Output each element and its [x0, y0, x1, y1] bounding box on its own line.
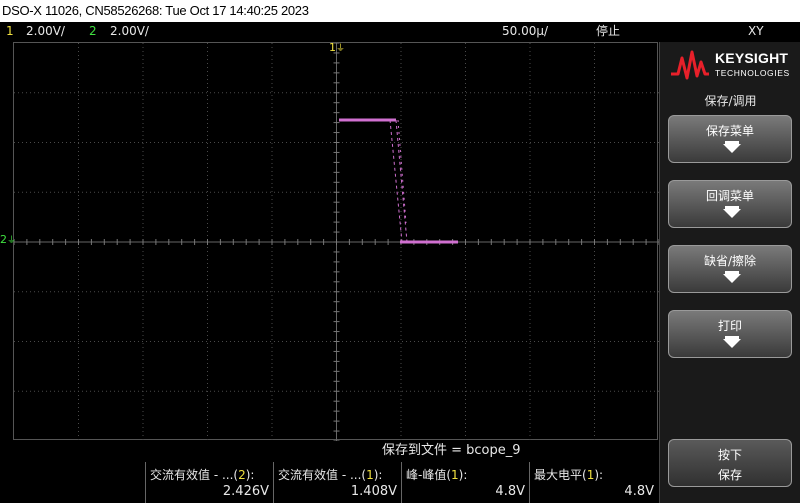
measurement-label: 最大电平(1):: [534, 468, 604, 482]
trace-segment: [389, 119, 403, 243]
trace-segment: [397, 119, 407, 224]
measurement-value: 4.8V: [624, 484, 654, 499]
waveform-graticule: [14, 43, 659, 441]
softkey-label: 缺省/擦除: [703, 254, 757, 268]
brand-name: KEYSIGHT: [715, 50, 789, 66]
measurement-value: 1.408V: [350, 484, 397, 499]
measurement-bar: 交流有效值 - ...(2): 2.426V 交流有效值 - ...(1): 1…: [0, 462, 658, 503]
ch2-ground-marker[interactable]: 2⏚: [0, 234, 16, 247]
keysight-logo: KEYSIGHT TECHNOLOGIES: [668, 46, 794, 86]
menu-title: 保存/调用: [704, 94, 757, 108]
ch2-scale[interactable]: 2.00V/: [110, 22, 149, 40]
recall-menu-button[interactable]: 回调菜单: [668, 180, 792, 228]
ch1-number[interactable]: 1: [6, 22, 14, 40]
softkey-label: 回调菜单: [705, 189, 754, 203]
measurement-value: 4.8V: [495, 484, 525, 499]
keysight-wave-icon: [671, 50, 709, 80]
save-status: 保存到文件 = bcope_9: [13, 441, 658, 461]
status-bar: 1 2.00V/ 2 2.00V/ 50.00µ/ 停止 XY: [0, 22, 800, 40]
measurement-3[interactable]: 最大电平(1): 4.8V: [529, 462, 658, 503]
measurement-value: 2.426V: [222, 484, 269, 499]
ch1-ground-marker[interactable]: 1⏚: [329, 42, 345, 55]
ch2-number[interactable]: 2: [89, 22, 97, 40]
save-menu-button[interactable]: 保存菜单: [668, 115, 792, 163]
measurement-label: 交流有效值 - ...(2):: [150, 468, 255, 482]
default-erase-button[interactable]: 缺省/擦除: [668, 245, 792, 293]
waveform-display[interactable]: [13, 42, 659, 441]
print-button[interactable]: 打印: [668, 310, 792, 358]
softkey-label: 保存: [717, 468, 742, 482]
measurement-label: 交流有效值 - ...(1):: [278, 468, 383, 482]
timebase-scale[interactable]: 50.00µ/: [502, 22, 548, 40]
measurement-0[interactable]: 交流有效值 - ...(2): 2.426V: [145, 462, 273, 503]
softkey-label: 按下: [717, 448, 742, 462]
save-message: 保存到文件 = bcope_9: [382, 443, 521, 458]
ch1-scale[interactable]: 2.00V/: [26, 22, 65, 40]
brand-subtitle: TECHNOLOGIES: [715, 68, 790, 78]
softkey-label: 打印: [717, 319, 742, 333]
softkey-label: 保存菜单: [705, 124, 754, 138]
measurement-1[interactable]: 交流有效值 - ...(1): 1.408V: [273, 462, 401, 503]
softkey-panel: KEYSIGHT TECHNOLOGIES 保存/调用 保存菜单 回调菜单 缺省…: [659, 42, 800, 503]
measurement-2[interactable]: 峰-峰值(1): 4.8V: [401, 462, 529, 503]
window-title: DSO-X 11026, CN58526268: Tue Oct 17 14:4…: [0, 0, 800, 22]
press-to-save-button[interactable]: 按下 保存: [668, 439, 792, 487]
ch1-trace: [339, 118, 458, 244]
measurement-label: 峰-峰值(1):: [406, 468, 468, 482]
display-mode[interactable]: XY: [748, 22, 764, 40]
run-state[interactable]: 停止: [596, 22, 620, 40]
